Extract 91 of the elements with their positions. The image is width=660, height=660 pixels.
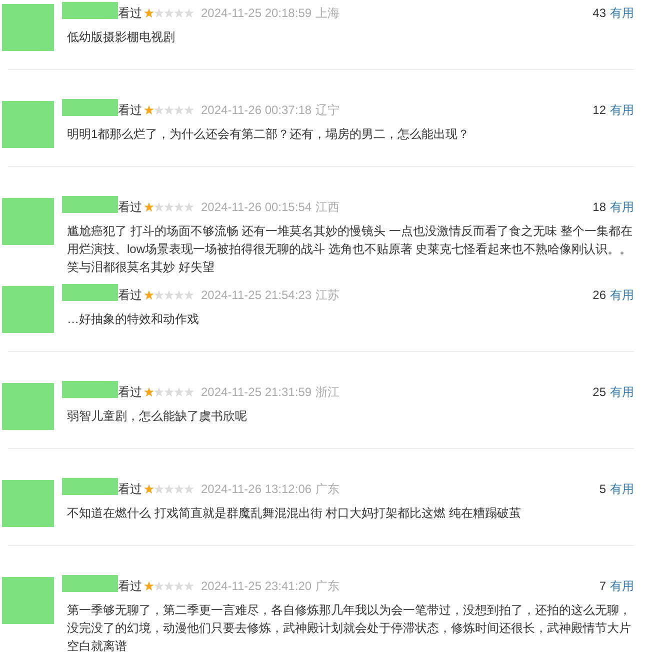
username-redaction (62, 98, 118, 116)
star-icon (144, 581, 154, 591)
comment-location: 浙江 (316, 384, 340, 401)
comment-text: 尴尬癌犯了 打斗的场面不够流畅 还有一堆莫名其妙的慢镜头 一点也没激情反而看了食之无味 整个一集都在用烂演技、low场景表现一场被拍得很无聊的战斗 选角也不贴原著 史莱克七怪看起来也不熟哈像刚认识。。笑与泪都很莫名其妙 好失望 (66, 223, 634, 276)
comment-time: 2024-11-25 23:41:20 (201, 578, 312, 595)
star-icon (154, 484, 164, 494)
comment-location: 广东 (316, 578, 340, 595)
star-icon (184, 202, 194, 212)
star-icon (184, 105, 194, 115)
star-icon (174, 581, 184, 591)
comment-time: 2024-11-26 00:37:18 (201, 102, 312, 119)
helpful-link[interactable]: 有用 (610, 383, 634, 401)
avatar-placeholder (2, 4, 54, 51)
star-icon (144, 202, 154, 212)
star-icon (144, 387, 154, 397)
star-icon (164, 202, 174, 212)
helpful-link[interactable]: 有用 (610, 198, 634, 216)
vote-count: 7 (599, 578, 606, 595)
comment-time: 2024-11-26 13:12:06 (201, 481, 312, 498)
helpful-link[interactable]: 有用 (610, 101, 634, 119)
comment-text: 不知道在燃什么 打戏简直就是群魔乱舞混混出街 村口大妈打架都比这燃 纯在糟蹋破茧 (66, 505, 522, 522)
star-icon (144, 8, 154, 18)
avatar-placeholder (2, 286, 54, 333)
helpful-link[interactable]: 有用 (610, 480, 634, 498)
star-icon (164, 581, 174, 591)
vote-count: 25 (592, 384, 606, 401)
star-icon (144, 484, 154, 494)
comment-location: 辽宁 (316, 102, 340, 119)
avatar-placeholder (2, 383, 54, 430)
comment-time: 2024-11-25 20:18:59 (201, 5, 312, 22)
star-icon (164, 484, 174, 494)
comment-location: 江苏 (316, 287, 340, 304)
comment-text: 低幼版摄影棚电视剧 (66, 29, 176, 46)
star-icon (174, 484, 184, 494)
avatar-placeholder (2, 480, 54, 527)
star-icon (154, 290, 164, 300)
star-icon (154, 105, 164, 115)
avatar-placeholder (2, 577, 54, 624)
comment-time: 2024-11-26 00:15:54 (201, 199, 312, 216)
vote-count: 26 (592, 287, 606, 304)
star-icon (154, 581, 164, 591)
username-redaction (62, 380, 118, 398)
star-icon (174, 202, 184, 212)
comment-text: …好抽象的特效和动作戏 (66, 311, 200, 328)
vote-count: 5 (599, 481, 606, 498)
vote-count: 43 (592, 5, 606, 22)
avatar-placeholder (2, 198, 54, 245)
comment-text: 明明1都那么烂了，为什么还会有第二部？还有，塌房的男二，怎么能出现？ (66, 126, 471, 143)
comment-text: 第一季够无聊了，第二季更一言难尽，各自修炼那几年我以为会一笔带过，没想到拍了，还拍的这么无聊，没完没了的幻境，动漫他们只要去修炼，武神殿计划就会处于停滞状态，修炼时间还很长，武神殿情节大片空白就离谱 (66, 602, 632, 655)
username-redaction (62, 574, 118, 592)
star-icon (184, 387, 194, 397)
username-redaction (62, 478, 118, 494)
star-icon (174, 387, 184, 397)
star-icon (154, 202, 164, 212)
helpful-link[interactable]: 有用 (610, 286, 634, 304)
comment-time: 2024-11-25 21:31:59 (201, 384, 312, 401)
star-icon (184, 8, 194, 18)
comment-location: 上海 (316, 5, 340, 22)
star-icon (144, 290, 154, 300)
star-icon (144, 105, 154, 115)
status-label: 看过 (118, 5, 142, 22)
vote-count: 18 (592, 199, 606, 216)
comment-location: 江西 (316, 199, 340, 216)
username-redaction (62, 2, 118, 18)
star-icon (164, 387, 174, 397)
status-label: 看过 (118, 102, 142, 119)
star-icon (154, 8, 164, 18)
star-icon (174, 8, 184, 18)
status-label: 看过 (118, 578, 142, 595)
star-icon (184, 581, 194, 591)
status-label: 看过 (118, 481, 142, 498)
star-icon (174, 290, 184, 300)
helpful-link[interactable]: 有用 (610, 4, 634, 22)
status-label: 看过 (118, 199, 142, 216)
comment-text: 弱智儿童剧，怎么能缺了虞书欣呢 (66, 408, 248, 425)
username-redaction (62, 284, 118, 300)
star-icon (164, 290, 174, 300)
star-icon (174, 105, 184, 115)
vote-count: 12 (592, 102, 606, 119)
star-icon (184, 484, 194, 494)
star-icon (154, 387, 164, 397)
avatar-placeholder (2, 101, 54, 148)
star-icon (164, 8, 174, 18)
star-icon (164, 105, 174, 115)
comment-time: 2024-11-25 21:54:23 (201, 287, 312, 304)
status-label: 看过 (118, 287, 142, 304)
comment-location: 广东 (316, 481, 340, 498)
helpful-link[interactable]: 有用 (610, 577, 634, 595)
star-icon (184, 290, 194, 300)
username-redaction (62, 196, 118, 212)
status-label: 看过 (118, 384, 142, 401)
